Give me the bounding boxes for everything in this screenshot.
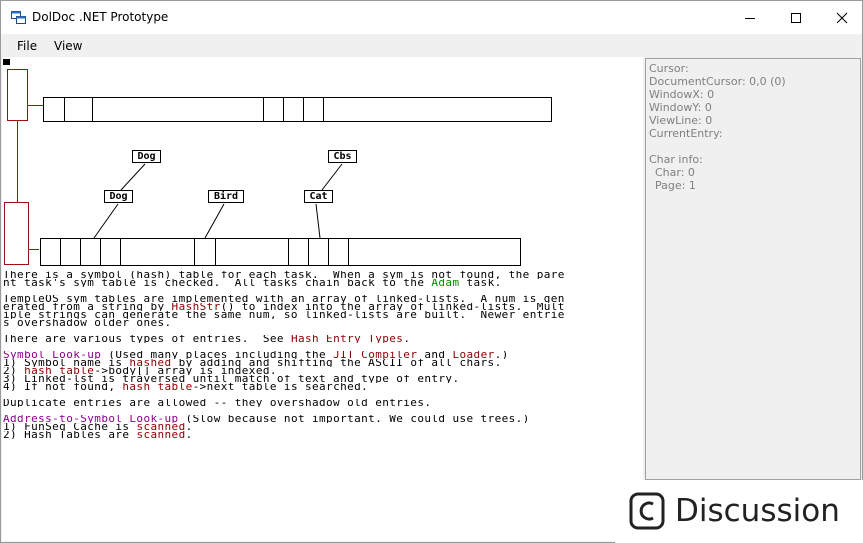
- doc-text-run: There is a symbol (hash) table for each …: [3, 271, 565, 279]
- document-line: 3) Linked-lst is traversed until match o…: [3, 375, 643, 383]
- task-box-top: [7, 69, 28, 121]
- info-document-cursor: DocumentCursor: 0,0 (0): [649, 75, 786, 88]
- entry-label-dog-top: Dog: [132, 150, 161, 163]
- doc-text-run: There are various types of entries. See: [3, 335, 291, 343]
- doc-text-run: by adding and shifting the ASCII of all …: [171, 359, 502, 367]
- doc-text-run: .: [185, 423, 193, 431]
- doc-text-run: Duplicate entries are allowed -- they ov…: [3, 399, 432, 407]
- close-button[interactable]: [819, 1, 862, 34]
- window-title: DolDoc .NET Prototype: [32, 10, 169, 24]
- info-window-y: WindowY: 0: [649, 101, 712, 114]
- task-box-bottom: [4, 202, 29, 265]
- doc-link[interactable]: hashed: [129, 359, 171, 367]
- doc-text-run: (Used many places including the: [101, 351, 334, 359]
- document-line: nt task's sym table is checked. All task…: [3, 279, 643, 287]
- doc-text-run: erated from a string by: [3, 303, 172, 311]
- app-window: DolDoc .NET Prototype File View Dog Cbs …: [0, 0, 863, 543]
- discussion-badge: Discussion: [615, 480, 863, 543]
- discussion-icon: [629, 492, 665, 530]
- doc-link[interactable]: Loader: [452, 351, 494, 359]
- doc-text-run: nt task's sym table is checked. All task…: [3, 279, 432, 287]
- doc-link[interactable]: hash table: [24, 367, 94, 375]
- document-line: 1) FunSeg Cache is scanned.: [3, 423, 643, 431]
- minimize-button[interactable]: [727, 1, 773, 34]
- doc-link[interactable]: scanned: [136, 423, 185, 431]
- hash-table-diagram: [4, 69, 552, 266]
- doc-text-run: TempleOS sym tables are implemented with…: [3, 295, 565, 303]
- info-current-entry: CurrentEntry:: [649, 127, 723, 140]
- doc-link[interactable]: JIT Compiler: [333, 351, 417, 359]
- close-icon: [836, 12, 848, 23]
- document-line: There is a symbol (hash) table for each …: [3, 271, 643, 279]
- doc-link[interactable]: hash table: [122, 383, 192, 391]
- doc-link[interactable]: HashStr: [172, 303, 221, 311]
- doc-text-run: Address-to-Symbol Look-up: [3, 415, 179, 423]
- document-text[interactable]: There is a symbol (hash) table for each …: [3, 271, 643, 439]
- document-view[interactable]: Dog Cbs Dog Bird Cat There is a symbol (…: [2, 57, 643, 541]
- document-line: 1) Symbol name is hashed by adding and s…: [3, 359, 643, 367]
- doc-link[interactable]: Hash Entry Types: [291, 335, 403, 343]
- doc-text-run: s overshadow older ones.: [3, 319, 172, 327]
- doc-text-run: 1) Symbol name is: [3, 359, 130, 367]
- menu-file[interactable]: File: [17, 39, 37, 53]
- title-bar[interactable]: DolDoc .NET Prototype: [1, 1, 862, 34]
- app-icon: [11, 11, 26, 24]
- doc-text-run: task.: [459, 279, 502, 287]
- doc-text-run: Symbol Look-up: [3, 351, 102, 359]
- info-page: Page: 1: [655, 179, 696, 192]
- hash-table-bottom: [40, 238, 521, 266]
- doc-text-run: (Slow because not important. We could us…: [178, 415, 530, 423]
- document-line: TempleOS sym tables are implemented with…: [3, 295, 643, 303]
- maximize-button[interactable]: [773, 1, 819, 34]
- document-line: Address-to-Symbol Look-up (Slow because …: [3, 415, 643, 423]
- entry-label-dog: Dog: [104, 190, 133, 203]
- doc-text-run: 4) If not found,: [3, 383, 123, 391]
- doc-text-run: ->next table is searched.: [192, 383, 369, 391]
- entry-label-bird: Bird: [208, 190, 244, 203]
- doc-text-run: and: [417, 351, 453, 359]
- info-cursor: Cursor:: [649, 62, 689, 75]
- doc-text-run: 2): [3, 367, 25, 375]
- info-char: Char: 0: [655, 166, 695, 179]
- menu-view[interactable]: View: [54, 39, 82, 53]
- info-window-x: WindowX: 0: [649, 88, 715, 101]
- doc-text-run: Adam: [431, 279, 460, 287]
- doc-text-run: 3) Linked-lst is traversed until match o…: [3, 375, 460, 383]
- doc-text-run: .: [403, 335, 411, 343]
- minimize-icon: [745, 17, 755, 19]
- doc-link[interactable]: scanned: [136, 431, 185, 439]
- document-line: iple strings can generate the same num, …: [3, 311, 643, 319]
- doc-text-run: .: [185, 431, 193, 439]
- menu-bar: File View: [1, 34, 862, 57]
- doc-text-run: iple strings can generate the same num, …: [3, 311, 565, 319]
- discussion-label: Discussion: [675, 493, 840, 529]
- info-view-line: ViewLine: 0: [649, 114, 713, 127]
- document-line: erated from a string by HashStr() to ind…: [3, 303, 643, 311]
- info-char-info: Char info:: [649, 153, 703, 166]
- entry-label-cbs: Cbs: [328, 150, 357, 163]
- doc-text-run: () to index into the array of linked-lis…: [220, 303, 565, 311]
- doc-text-run: 1) FunSeg Cache is: [3, 423, 137, 431]
- hash-table-top: [43, 97, 552, 122]
- doc-text-run: ->body[] array is indexed.: [94, 367, 277, 375]
- document-line: 2) Hash Tables are scanned.: [3, 431, 643, 439]
- document-line: s overshadow older ones.: [3, 319, 643, 327]
- doc-text-run: .): [494, 351, 509, 359]
- doc-text-run: 2) Hash Tables are: [3, 431, 137, 439]
- maximize-icon: [791, 12, 801, 23]
- document-line: Duplicate entries are allowed -- they ov…: [3, 399, 643, 407]
- entry-label-cat: Cat: [304, 190, 333, 203]
- document-line: 2) hash table->body[] array is indexed.: [3, 367, 643, 375]
- document-line: There are various types of entries. See …: [3, 335, 643, 343]
- document-line: Symbol Look-up (Used many places includi…: [3, 351, 643, 359]
- info-panel: Cursor: DocumentCursor: 0,0 (0) WindowX:…: [645, 58, 861, 480]
- document-line: 4) If not found, hash table->next table …: [3, 383, 643, 391]
